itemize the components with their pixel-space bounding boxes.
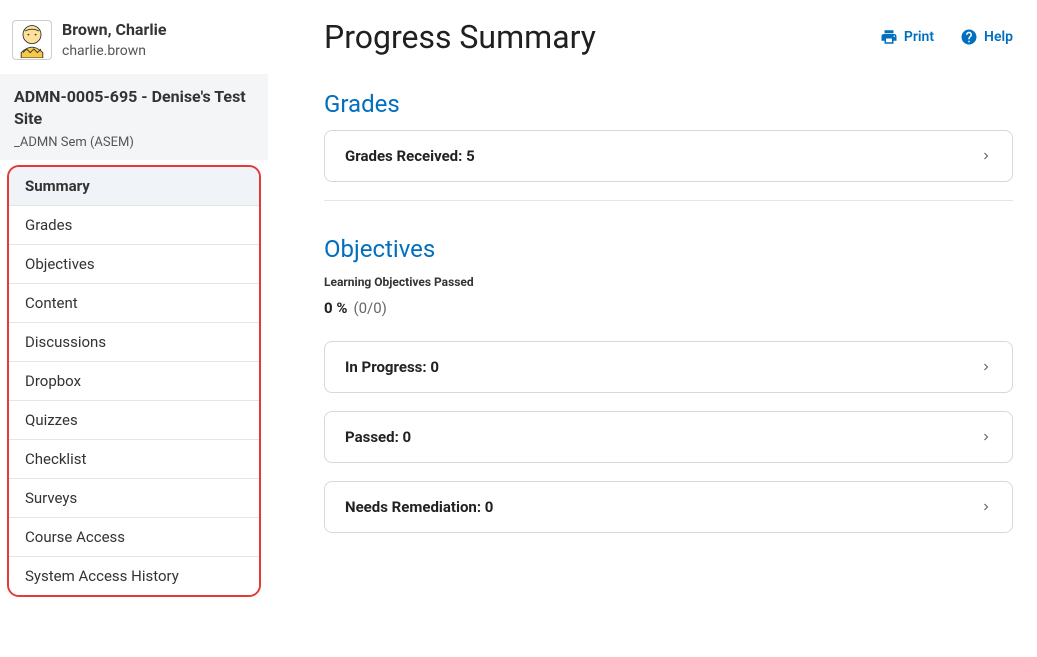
chevron-right-icon: [980, 501, 992, 513]
grades-received-accordion[interactable]: Grades Received: 5: [324, 130, 1013, 182]
avatar: [12, 20, 52, 60]
user-name: Brown, Charlie: [62, 20, 166, 41]
nav-highlight-box: Summary Grades Objectives Content Discus…: [7, 165, 261, 597]
objectives-fraction: (0/0): [353, 299, 386, 317]
sidebar-item-summary[interactable]: Summary: [9, 167, 259, 206]
sidebar-item-objectives[interactable]: Objectives: [9, 245, 259, 284]
sidebar-item-discussions[interactable]: Discussions: [9, 323, 259, 362]
objectives-passed-sublabel: Learning Objectives Passed: [324, 275, 1013, 289]
grades-received-label: Grades Received: 5: [345, 147, 475, 165]
objectives-section-title: Objectives: [324, 235, 1013, 263]
sidebar-item-course-access[interactable]: Course Access: [9, 518, 259, 557]
objectives-stat-line: 0 % (0/0): [324, 299, 1013, 317]
section-divider: [324, 200, 1013, 201]
chevron-right-icon: [980, 150, 992, 162]
sidebar-item-checklist[interactable]: Checklist: [9, 440, 259, 479]
print-icon: [880, 28, 898, 46]
course-block: ADMN-0005-695 - Denise's Test Site _ADMN…: [0, 74, 268, 160]
passed-label: Passed: 0: [345, 428, 411, 446]
course-subtitle: _ADMN Sem (ASEM): [14, 135, 254, 150]
in-progress-accordion[interactable]: In Progress: 0: [324, 341, 1013, 393]
chevron-right-icon: [980, 431, 992, 443]
help-icon: [960, 28, 978, 46]
print-button[interactable]: Print: [880, 28, 934, 46]
page-title: Progress Summary: [324, 18, 596, 56]
chevron-right-icon: [980, 361, 992, 373]
avatar-icon: [14, 22, 50, 58]
print-label: Print: [904, 29, 934, 45]
needs-remediation-label: Needs Remediation: 0: [345, 498, 493, 516]
help-label: Help: [984, 29, 1013, 45]
sidebar-item-system-access-history[interactable]: System Access History: [9, 557, 259, 595]
sidebar-item-content[interactable]: Content: [9, 284, 259, 323]
help-button[interactable]: Help: [960, 28, 1013, 46]
sidebar-item-quizzes[interactable]: Quizzes: [9, 401, 259, 440]
in-progress-label: In Progress: 0: [345, 358, 439, 376]
main-header: Progress Summary Print Help: [324, 18, 1013, 56]
main-content: Progress Summary Print Help Grades Grade…: [268, 0, 1037, 657]
user-card: Brown, Charlie charlie.brown: [0, 12, 268, 74]
header-actions: Print Help: [880, 28, 1013, 46]
grades-section-title: Grades: [324, 90, 1013, 118]
sidebar-item-dropbox[interactable]: Dropbox: [9, 362, 259, 401]
passed-accordion[interactable]: Passed: 0: [324, 411, 1013, 463]
needs-remediation-accordion[interactable]: Needs Remediation: 0: [324, 481, 1013, 533]
sidebar: Brown, Charlie charlie.brown ADMN-0005-6…: [0, 0, 268, 657]
objectives-percent: 0 %: [324, 299, 347, 317]
sidebar-item-surveys[interactable]: Surveys: [9, 479, 259, 518]
user-info: Brown, Charlie charlie.brown: [62, 20, 166, 59]
sidebar-item-grades[interactable]: Grades: [9, 206, 259, 245]
user-login: charlie.brown: [62, 43, 166, 59]
course-title: ADMN-0005-695 - Denise's Test Site: [14, 86, 254, 129]
